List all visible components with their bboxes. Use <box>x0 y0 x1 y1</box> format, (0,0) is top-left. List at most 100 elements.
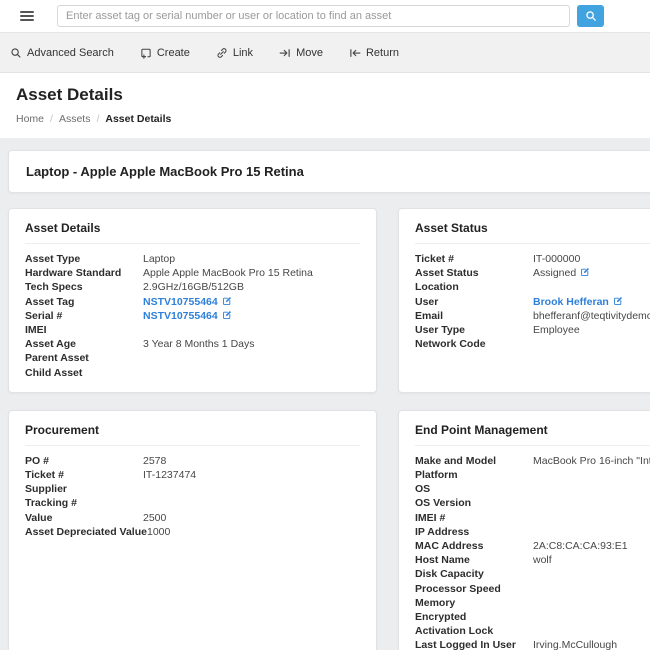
field-value-link[interactable]: NSTV10755464 <box>143 309 218 323</box>
link-button[interactable]: Link <box>216 47 253 59</box>
field-row: Activation Lock <box>415 624 650 638</box>
field-value: bhefferanf@teqtivitydemo.com <box>533 309 650 323</box>
field-row: Ticket #IT-1237474 <box>25 468 360 482</box>
move-icon <box>279 47 291 59</box>
field-label: Memory <box>415 596 533 610</box>
field-label: Asset Type <box>25 252 143 266</box>
field-label: Network Code <box>415 337 533 351</box>
advanced-search-button[interactable]: Advanced Search <box>10 47 114 59</box>
field-row: Tracking # <box>25 496 360 510</box>
field-row: UserBrook Hefferan <box>415 295 650 309</box>
field-row: Asset Depreciated Value1000 <box>25 525 360 539</box>
field-row: User TypeEmployee <box>415 323 650 337</box>
field-label: Serial # <box>25 309 143 323</box>
field-row: Child Asset <box>25 366 360 380</box>
field-value: Irving.McCullough <box>533 638 617 650</box>
field-label: Tracking # <box>25 496 143 510</box>
field-label: Location <box>415 280 533 294</box>
field-row: Location <box>415 280 650 294</box>
field-value-link[interactable]: NSTV10755464 <box>143 295 218 309</box>
field-label: Processor Speed <box>415 582 533 596</box>
breadcrumb-separator: / <box>96 113 99 125</box>
field-value: 2500 <box>143 511 166 525</box>
field-row: Ticket #IT-000000 <box>415 252 650 266</box>
card-procurement: Procurement PO #2578Ticket #IT-1237474Su… <box>8 410 377 650</box>
field-row: Asset TypeLaptop <box>25 252 360 266</box>
field-row: Tech Specs2.9GHz/16GB/512GB <box>25 280 360 294</box>
search-icon <box>585 10 597 22</box>
field-value: IT-1237474 <box>143 468 196 482</box>
field-label: IP Address <box>415 525 533 539</box>
card-asset-details: Asset Details Asset TypeLaptopHardware S… <box>8 208 377 393</box>
search-button[interactable] <box>577 5 604 27</box>
field-label: IMEI # <box>415 511 533 525</box>
field-row: Host Namewolf <box>415 553 650 567</box>
field-row: OS <box>415 482 650 496</box>
field-label: Encrypted <box>415 610 533 624</box>
field-row: Disk Capacity <box>415 567 650 581</box>
field-row: Make and ModelMacBook Pro 16-inch "Intel… <box>415 454 650 468</box>
field-value: 1000 <box>147 525 170 539</box>
edit-icon[interactable] <box>613 296 623 306</box>
page-title: Asset Details <box>16 85 634 105</box>
topbar <box>0 0 650 33</box>
asset-header-card: Laptop - Apple Apple MacBook Pro 15 Reti… <box>8 150 650 193</box>
field-value: 3 Year 8 Months 1 Days <box>143 337 255 351</box>
field-row: Memory <box>415 596 650 610</box>
breadcrumb-home[interactable]: Home <box>16 113 44 125</box>
field-label: Email <box>415 309 533 323</box>
create-button[interactable]: Create <box>140 47 190 59</box>
field-label: Ticket # <box>25 468 143 482</box>
field-value: IT-000000 <box>533 252 580 266</box>
field-label: Disk Capacity <box>415 567 533 581</box>
field-label: User <box>415 295 533 309</box>
link-icon <box>216 47 228 59</box>
card-endpoint-management: End Point Management Make and ModelMacBo… <box>398 410 650 650</box>
field-label: Last Logged In User <box>415 638 533 650</box>
card-title: Asset Details <box>25 221 360 244</box>
field-value: Laptop <box>143 252 175 266</box>
field-label: MAC Address <box>415 539 533 553</box>
move-label: Move <box>296 47 323 59</box>
field-value-link[interactable]: Brook Hefferan <box>533 295 609 309</box>
breadcrumb-separator: / <box>50 113 53 125</box>
search-icon <box>10 47 22 59</box>
card-title: Asset Status <box>415 221 650 244</box>
breadcrumb: Home / Assets / Asset Details <box>16 113 634 125</box>
field-label: Make and Model <box>415 454 533 468</box>
field-row: Value2500 <box>25 511 360 525</box>
edit-icon[interactable] <box>222 310 232 320</box>
breadcrumb-current: Asset Details <box>105 113 171 125</box>
field-label: Asset Age <box>25 337 143 351</box>
field-row: Emailbhefferanf@teqtivitydemo.com <box>415 309 650 323</box>
field-row: Encrypted <box>415 610 650 624</box>
content-area: Laptop - Apple Apple MacBook Pro 15 Reti… <box>0 138 650 650</box>
edit-icon[interactable] <box>222 296 232 306</box>
field-row: Platform <box>415 468 650 482</box>
field-row: IP Address <box>415 525 650 539</box>
field-value: MacBook Pro 16-inch "Intel Cor <box>533 454 650 468</box>
asset-header-title: Laptop - Apple Apple MacBook Pro 15 Reti… <box>26 164 304 179</box>
return-button[interactable]: Return <box>349 47 399 59</box>
field-row: Asset Age3 Year 8 Months 1 Days <box>25 337 360 351</box>
return-label: Return <box>366 47 399 59</box>
field-row: Serial #NSTV10755464 <box>25 309 360 323</box>
field-label: Asset Status <box>415 266 533 280</box>
field-label: Asset Tag <box>25 295 143 309</box>
search-input[interactable] <box>57 5 570 27</box>
move-button[interactable]: Move <box>279 47 323 59</box>
breadcrumb-assets[interactable]: Assets <box>59 113 91 125</box>
field-row: Asset TagNSTV10755464 <box>25 295 360 309</box>
menu-icon[interactable] <box>20 11 34 21</box>
field-label: Ticket # <box>415 252 533 266</box>
page-head: Asset Details Home / Assets / Asset Deta… <box>0 73 650 138</box>
field-value: 2.9GHz/16GB/512GB <box>143 280 244 294</box>
field-row: Supplier <box>25 482 360 496</box>
edit-icon[interactable] <box>580 267 590 277</box>
field-row: Parent Asset <box>25 351 360 365</box>
create-label: Create <box>157 47 190 59</box>
card-title: End Point Management <box>415 423 650 446</box>
field-row: Processor Speed <box>415 582 650 596</box>
toolbar: Advanced Search Create Link Move Return <box>0 33 650 73</box>
field-label: PO # <box>25 454 143 468</box>
